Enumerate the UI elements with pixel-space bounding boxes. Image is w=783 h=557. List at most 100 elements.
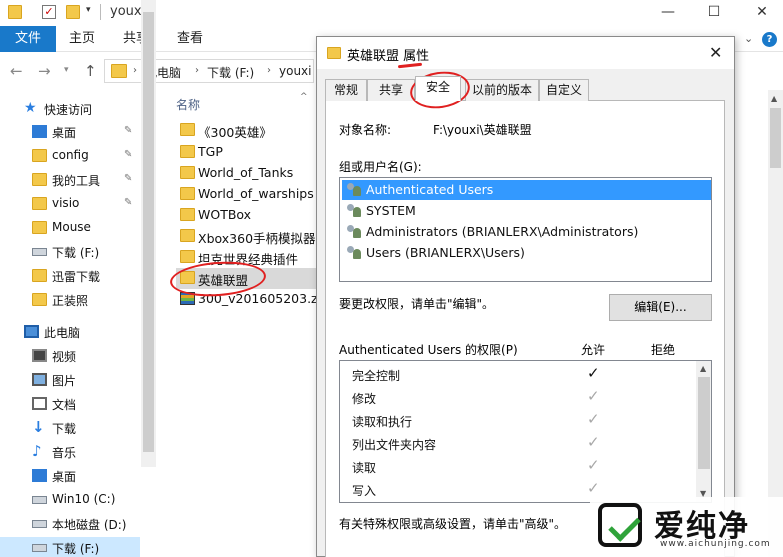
folder-icon [32,197,47,210]
user-group-icon [346,225,362,239]
explorer-titlebar: ✓ ▾ youxi — ☐ ✕ [0,0,783,26]
pin-icon: ✎ [124,173,133,184]
nav-item-pictures[interactable]: 图片 [0,369,140,391]
dialog-close-button[interactable]: ✕ [709,43,722,62]
nav-item-videos[interactable]: 视频 [0,345,140,367]
help-icon[interactable]: ? [762,32,777,47]
permission-name: 列出文件夹内容 [352,438,437,452]
user-group-icon [346,183,362,197]
window-title: youxi [110,4,146,19]
deny-column-header: 拒绝 [651,343,676,357]
scroll-up-arrow-icon[interactable]: ▲ [771,94,777,103]
user-name: SYSTEM [366,203,416,218]
nav-pane-scroll-thumb[interactable] [143,12,154,452]
tab-security[interactable]: 安全 [415,76,461,101]
close-window-button[interactable]: ✕ [750,2,774,22]
desktop-icon [32,469,47,482]
nav-item-documents[interactable]: 文档 [0,393,140,415]
nav-item-photos[interactable]: 正装照 [0,289,140,311]
nav-item-label: 文档 [52,398,77,412]
new-folder-icon[interactable] [66,5,80,19]
user-name: Users (BRIANLERX\Users) [366,245,525,260]
tab-general[interactable]: 常规 [325,79,367,101]
nav-item-quick-access[interactable]: ★ 快速访问 [0,98,140,120]
nav-item-label: 快速访问 [44,103,93,117]
watermark-check-icon [598,503,642,547]
divider [100,4,101,20]
tab-previous-versions[interactable]: 以前的版本 [465,79,539,101]
nav-item-label: 此电脑 [44,326,81,340]
nav-item-desktop-2[interactable]: 桌面 [0,465,140,487]
pin-icon: ✎ [124,149,133,160]
scroll-up-arrow-icon[interactable]: ▲ [700,364,706,373]
quick-access-dropdown-icon[interactable]: ▾ [86,5,91,15]
nav-item-label: 桌面 [52,470,77,484]
folder-icon [180,123,195,136]
list-item[interactable]: TGP [176,142,316,163]
nav-item-label: 下载 [52,422,77,436]
tab-customize[interactable]: 自定义 [539,79,589,101]
users-listbox[interactable]: Authenticated Users SYSTEM Administrator… [339,177,712,282]
column-sort-chevron-icon[interactable]: ^ [300,92,308,102]
breadcrumb-drive-f[interactable]: 下载 (F:) [207,64,254,81]
expand-ribbon-icon[interactable]: ⌄ [744,32,753,45]
permissions-list[interactable]: 完全控制 ✓ 修改 ✓ 读取和执行 ✓ 列出文件夹内容 ✓ 读取 ✓ 写入 ✓ … [339,360,712,503]
nav-item-config[interactable]: config ✎ [0,145,140,167]
back-arrow-icon[interactable]: ← [10,62,23,80]
folder-icon [32,173,47,186]
advanced-settings-hint: 有关特殊权限或高级设置，请单击"高级"。 [339,517,567,531]
tab-sharing[interactable]: 共享 [367,79,415,101]
maximize-button[interactable]: ☐ [702,2,726,22]
properties-quick-access-icon[interactable]: ✓ [42,5,56,19]
forward-arrow-icon[interactable]: → [38,62,51,80]
user-row[interactable]: Users (BRIANLERX\Users) [342,243,711,263]
nav-item-xunlei-download[interactable]: 迅雷下载 [0,265,140,287]
nav-item-label: 音乐 [52,446,77,460]
breadcrumb-youxi[interactable]: youxi [279,64,311,78]
video-icon [32,349,47,362]
nav-item-music[interactable]: ♪ 音乐 [0,441,140,463]
recent-locations-chevron-icon[interactable]: ▾ [64,65,69,75]
tab-file[interactable]: 文件 [0,26,56,52]
nav-item-drive-f[interactable]: 下载 (F:) [0,537,140,557]
folder-icon [32,293,47,306]
nav-item-visio[interactable]: visio ✎ [0,193,140,215]
permissions-scroll-thumb[interactable] [698,377,710,469]
column-header-name[interactable]: 名称 [176,96,200,113]
permission-row: 读取 ✓ [340,455,696,478]
nav-item-downloads[interactable]: ↓ 下载 [0,417,140,439]
user-row[interactable]: Administrators (BRIANLERX\Administrators… [342,222,711,242]
list-item[interactable]: World_of_warships [176,184,316,205]
minimize-button[interactable]: — [656,2,680,22]
list-item[interactable]: World_of_Tanks [176,163,316,184]
nav-item-this-pc[interactable]: 此电脑 [0,321,140,343]
drive-icon [32,496,47,504]
nav-item-label: 图片 [52,374,77,388]
tab-home[interactable]: 主页 [60,26,104,52]
user-row-selected[interactable]: Authenticated Users [342,180,711,200]
tab-view[interactable]: 查看 [168,26,212,52]
nav-item-label: 我的工具 [52,174,101,188]
file-list-scroll-thumb[interactable] [770,108,781,168]
nav-item-drive-c[interactable]: Win10 (C:) [0,489,140,511]
user-row[interactable]: SYSTEM [342,201,711,221]
watermark-logo: 爱纯净 www.aichunjing.com [590,497,783,557]
nav-item-desktop[interactable]: 桌面 ✎ [0,121,140,143]
list-item[interactable]: 《300英雄》 [176,120,316,141]
allow-check-icon: ✓ [587,410,600,428]
navigation-pane: ★ 快速访问 桌面 ✎ config ✎ 我的工具 ✎ visio ✎ Mous… [0,90,156,557]
edit-button[interactable]: 编辑(E)... [609,294,712,321]
permission-name: 读取和执行 [352,415,413,429]
nav-item-download-drive[interactable]: 下载 (F:) [0,241,140,263]
user-group-icon [346,204,362,218]
list-item[interactable]: WOTBox [176,205,316,226]
up-arrow-icon[interactable]: ↑ [84,62,97,80]
drive-icon [32,520,47,528]
list-item[interactable]: Xbox360手柄模拟器 [176,226,316,247]
file-name: World_of_warships [198,186,314,201]
address-bar[interactable]: › 此电脑 › 下载 (F:) › youxi [104,59,314,83]
breadcrumb-separator-icon: › [133,65,137,76]
nav-item-mouse[interactable]: Mouse [0,217,140,239]
nav-item-drive-d[interactable]: 本地磁盘 (D:) [0,513,140,535]
nav-item-my-tools[interactable]: 我的工具 ✎ [0,169,140,191]
